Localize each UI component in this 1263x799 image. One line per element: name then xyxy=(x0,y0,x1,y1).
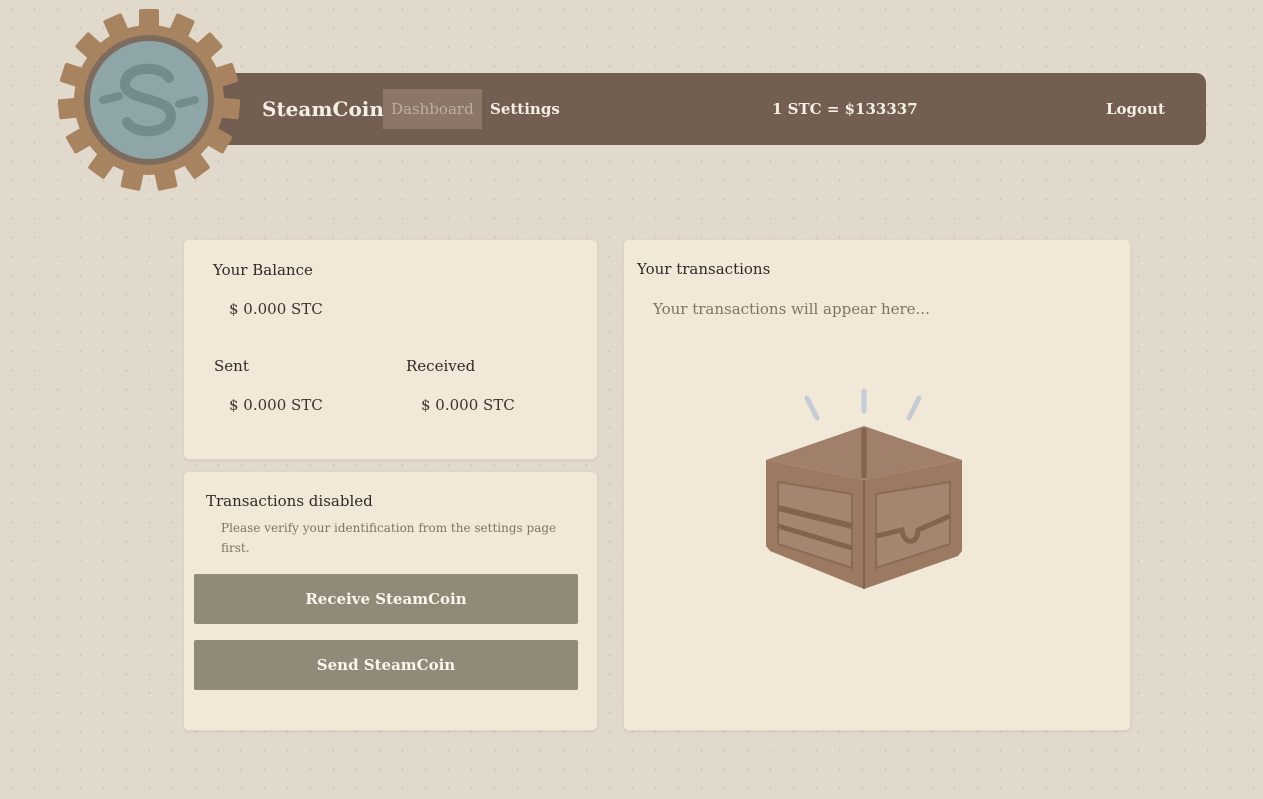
received-amount: $ 0.000 STC xyxy=(421,396,515,414)
transactions-empty-text: Your transactions will appear here... xyxy=(653,300,930,318)
verification-message: Please verify your identification from t… xyxy=(221,521,557,555)
sent-label: Sent xyxy=(214,357,249,375)
balance-amount: $ 0.000 STC xyxy=(229,300,323,318)
logout-link[interactable]: Logout xyxy=(1106,73,1165,145)
receive-steamcoin-button[interactable]: Receive SteamCoin xyxy=(194,574,578,624)
brand-name[interactable]: SteamCoin xyxy=(262,73,384,145)
transaction-actions-card: Transactions disabled Please verify your… xyxy=(183,471,598,731)
sent-amount: $ 0.000 STC xyxy=(229,396,323,414)
top-navigation-bar: SteamCoin Dashboard Settings 1 STC = $13… xyxy=(215,73,1206,145)
nav-dashboard[interactable]: Dashboard xyxy=(383,89,482,129)
transactions-disabled-title: Transactions disabled xyxy=(206,492,373,510)
balance-card: Your Balance $ 0.000 STC Sent $ 0.000 ST… xyxy=(183,239,598,460)
send-steamcoin-button[interactable]: Send SteamCoin xyxy=(194,640,578,690)
received-label: Received xyxy=(406,357,476,375)
nav-settings[interactable]: Settings xyxy=(490,89,560,129)
transactions-title: Your transactions xyxy=(637,260,771,278)
transactions-card: Your transactions Your transactions will… xyxy=(623,239,1131,731)
gear-coin-icon[interactable] xyxy=(57,9,241,191)
empty-box-icon xyxy=(762,386,967,591)
exchange-rate: 1 STC = $133337 xyxy=(772,100,918,118)
balance-title: Your Balance xyxy=(213,261,313,279)
